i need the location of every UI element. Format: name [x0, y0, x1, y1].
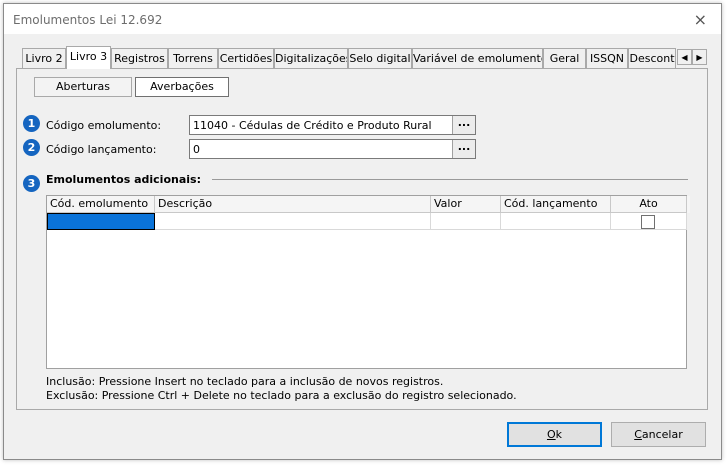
ok-accelerator: O — [546, 428, 556, 441]
dialog-window: Emolumentos Lei 12.692 × Livro 2 Livro 3… — [3, 3, 722, 460]
step-badge-1: 1 — [23, 115, 40, 132]
tab-certidoes[interactable]: Certidões — [218, 48, 274, 68]
ato-checkbox[interactable] — [641, 215, 655, 229]
col-header-descricao[interactable]: Descrição — [155, 196, 431, 213]
codigo-emolumento-value: 11040 - Cédulas de Crédito e Produto Rur… — [193, 119, 432, 132]
subtab-aberturas[interactable]: Aberturas — [34, 77, 132, 97]
cell-descricao[interactable] — [155, 213, 431, 230]
tab-livro-3[interactable]: Livro 3 — [66, 46, 111, 69]
tab-scroll-left-icon[interactable]: ◀ — [677, 49, 692, 65]
tab-strip: Livro 2 Livro 3 Registros Torrens Certid… — [16, 46, 708, 69]
col-header-cod-emolumento[interactable]: Cód. emolumento — [47, 196, 155, 213]
codigo-lancamento-browse-button[interactable]: ... — [452, 140, 475, 158]
ok-button[interactable]: Ok — [507, 422, 602, 447]
codigo-emolumento-field[interactable]: 11040 - Cédulas de Crédito e Produto Rur… — [189, 115, 476, 135]
cell-cod-emolumento[interactable] — [47, 213, 155, 230]
col-header-ato[interactable]: Ato — [611, 196, 687, 213]
title-bar: Emolumentos Lei 12.692 × — [4, 4, 721, 34]
window-title: Emolumentos Lei 12.692 — [13, 13, 163, 27]
cancel-accelerator: C — [634, 428, 642, 441]
emolumentos-adicionais-heading: Emolumentos adicionais: — [46, 173, 201, 186]
exclusao-hint: Exclusão: Pressione Ctrl + Delete no tec… — [46, 389, 517, 402]
codigo-lancamento-field[interactable]: 0 ... — [189, 139, 476, 159]
step-badge-2: 2 — [23, 139, 40, 156]
tab-variavel-emolumentos[interactable]: Variável de emolumentos — [412, 48, 543, 68]
tab-panel-livro-3: Aberturas Averbações 1 Código emolumento… — [16, 68, 708, 410]
tab-registros[interactable]: Registros — [111, 48, 168, 68]
tab-torrens[interactable]: Torrens — [168, 48, 218, 68]
section-divider — [212, 179, 688, 180]
col-header-valor[interactable]: Valor — [431, 196, 501, 213]
subtab-averbacoes[interactable]: Averbações — [135, 77, 229, 97]
tab-descont[interactable]: Descont — [628, 48, 676, 68]
tab-geral[interactable]: Geral — [543, 48, 586, 68]
col-header-cod-lancamento[interactable]: Cód. lançamento — [501, 196, 611, 213]
tab-scroll-right-icon[interactable]: ▶ — [692, 49, 707, 65]
tab-issqn[interactable]: ISSQN — [586, 48, 628, 68]
codigo-lancamento-value: 0 — [193, 143, 200, 156]
tab-digitalizacoes[interactable]: Digitalizações — [274, 48, 348, 68]
inclusao-hint: Inclusão: Pressione Insert no teclado pa… — [46, 375, 444, 388]
codigo-emolumento-browse-button[interactable]: ... — [452, 116, 475, 134]
emolumentos-grid[interactable]: Cód. emolumento Descrição Valor Cód. lan… — [46, 195, 690, 369]
tab-livro-2[interactable]: Livro 2 — [22, 48, 66, 68]
cell-cod-lancamento[interactable] — [501, 213, 611, 230]
dialog-footer: Ok Cancelar — [4, 410, 721, 460]
cancel-button[interactable]: Cancelar — [611, 422, 706, 447]
codigo-lancamento-label: Código lançamento: — [46, 143, 157, 156]
cell-ato — [611, 213, 687, 230]
codigo-emolumento-label: Código emolumento: — [46, 119, 162, 132]
cancel-label-rest: ancelar — [641, 428, 683, 441]
close-icon[interactable]: × — [694, 10, 707, 29]
tab-selo-digital[interactable]: Selo digital — [348, 48, 412, 68]
ok-label-rest: k — [555, 428, 563, 441]
cell-valor[interactable] — [431, 213, 501, 230]
step-badge-3: 3 — [23, 175, 40, 192]
col-header-end — [687, 196, 690, 213]
